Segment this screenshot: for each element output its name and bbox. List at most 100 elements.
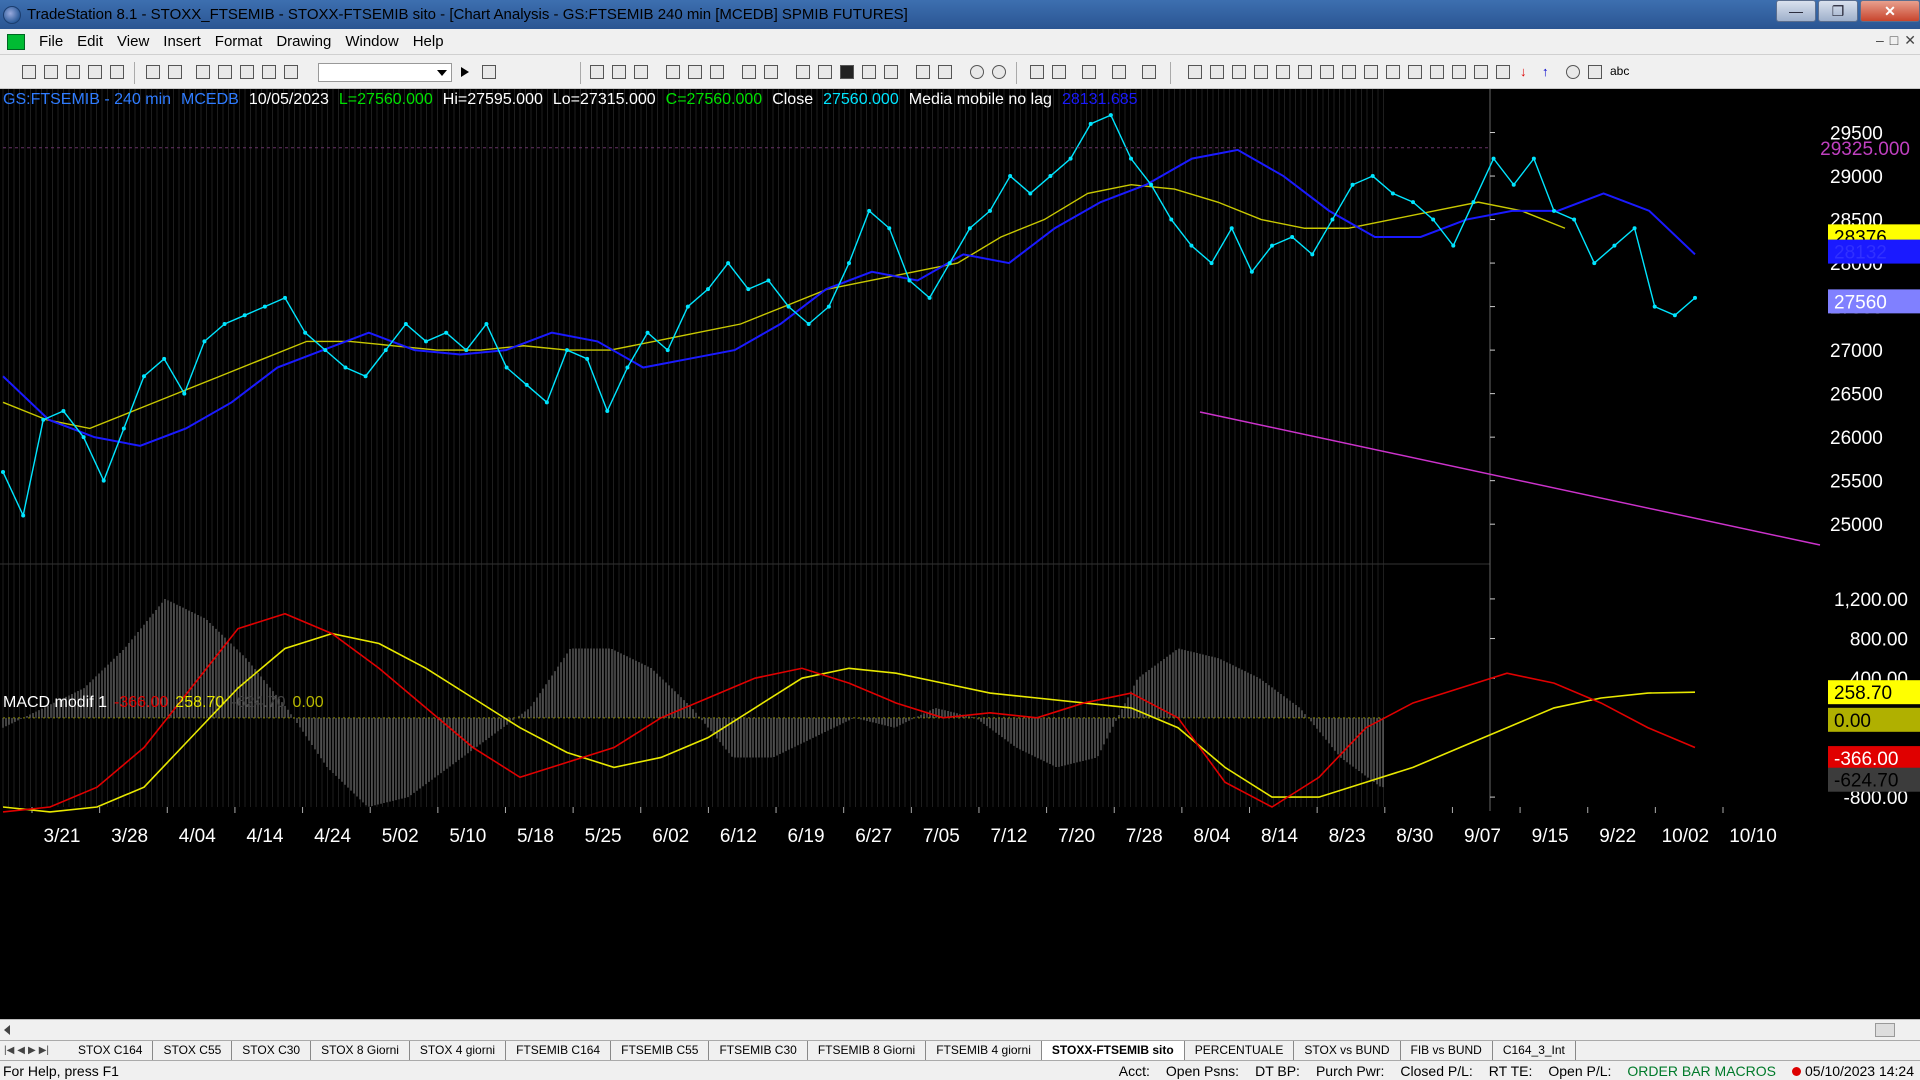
expand-bars-icon[interactable] [916, 65, 930, 79]
chart-format-icon[interactable] [688, 65, 702, 79]
tab-stox-vs-bund[interactable]: STOX vs BUND [1294, 1041, 1401, 1060]
scroll-left-icon[interactable] [4, 1025, 10, 1035]
bar-type-icon[interactable] [884, 65, 898, 79]
price-point [403, 322, 408, 326]
mdi-minimize-button[interactable]: – [1876, 32, 1884, 49]
chart-style-icon[interactable] [666, 65, 680, 79]
tab-last-icon[interactable]: ▶| [39, 1045, 49, 1056]
fibonacci-icon[interactable] [1254, 65, 1268, 79]
pencil-icon[interactable] [1474, 65, 1488, 79]
symbol-combo[interactable] [318, 63, 452, 82]
gann-fan-icon[interactable] [1364, 65, 1378, 79]
tab-first-icon[interactable]: |◀ [4, 1045, 14, 1056]
horizontal-scrollbar[interactable] [0, 1019, 1920, 1040]
open-workspace-icon[interactable] [66, 65, 80, 79]
curve-icon[interactable] [1496, 65, 1510, 79]
hammer-icon[interactable] [1082, 65, 1096, 79]
tab-stox-8-giorni[interactable]: STOX 8 Giorni [311, 1041, 410, 1060]
mdi-close-button[interactable]: ✕ [1904, 32, 1916, 49]
save-icon[interactable] [146, 65, 160, 79]
play-arrow-icon[interactable] [458, 65, 472, 79]
table-icon[interactable] [634, 65, 648, 79]
window-link-icon[interactable] [218, 65, 232, 79]
menu-drawing[interactable]: Drawing [270, 33, 339, 50]
cycle-lines-icon[interactable] [1342, 65, 1356, 79]
zoom-chart-icon[interactable] [482, 65, 496, 79]
window-icon[interactable] [196, 65, 210, 79]
color-palette-icon[interactable] [284, 65, 298, 79]
tab-stox-c55[interactable]: STOX C55 [153, 1041, 233, 1060]
pointer-icon[interactable] [1030, 65, 1044, 79]
horizontal-lines-icon[interactable] [1232, 65, 1246, 79]
minimize-button[interactable]: — [1776, 0, 1816, 22]
menu-help[interactable]: Help [407, 33, 452, 50]
print-icon[interactable] [168, 65, 182, 79]
lock-icon[interactable] [240, 65, 254, 79]
indicator-icon[interactable] [818, 65, 832, 79]
candle-icon[interactable] [862, 65, 876, 79]
chart-analysis-window[interactable]: 2500025500260002650027000275002800028500… [0, 89, 1920, 1019]
zoom-in-icon[interactable] [970, 65, 984, 79]
menu-view[interactable]: View [111, 33, 157, 50]
grid-icon[interactable] [612, 65, 626, 79]
order-bar-macros[interactable]: ORDER BAR MACROS [1627, 1063, 1776, 1079]
scroll-thumb[interactable] [1875, 1023, 1895, 1037]
arc-icon[interactable] [1276, 65, 1290, 79]
zoom-out-icon[interactable] [992, 65, 1006, 79]
tab-percentuale[interactable]: PERCENTUALE [1185, 1041, 1295, 1060]
new-icon[interactable] [22, 65, 36, 79]
trendline-icon[interactable] [1188, 65, 1202, 79]
refresh-icon[interactable] [710, 65, 724, 79]
chart-canvas[interactable]: 2500025500260002650027000275002800028500… [0, 89, 1920, 1019]
vertical-lines-icon[interactable] [1210, 65, 1224, 79]
menu-edit[interactable]: Edit [71, 33, 111, 50]
export-icon[interactable] [1112, 65, 1126, 79]
speed-lines-icon[interactable] [1386, 65, 1400, 79]
channel-icon[interactable] [1320, 65, 1334, 79]
open-icon[interactable] [44, 65, 58, 79]
menu-insert[interactable]: Insert [157, 33, 209, 50]
strategy-icon[interactable] [796, 65, 810, 79]
macd-signal-line [2, 632, 1696, 813]
menu-file[interactable]: File [33, 33, 71, 50]
chart-document-icon[interactable] [7, 33, 25, 50]
tab-ftsemib-4-giorni[interactable]: FTSEMIB 4 giorni [926, 1041, 1042, 1060]
regression-icon[interactable] [1408, 65, 1422, 79]
new-workspace-icon[interactable] [88, 65, 102, 79]
tab-ftsemib-c55[interactable]: FTSEMIB C55 [611, 1041, 710, 1060]
maximize-button[interactable]: ❐ [1818, 0, 1858, 22]
close-button[interactable]: ✕ [1860, 0, 1920, 22]
chevron-down-icon[interactable] [437, 70, 447, 76]
format-analysis-icon[interactable] [764, 65, 778, 79]
folder-icon[interactable] [110, 65, 124, 79]
extension-icon[interactable] [1430, 65, 1444, 79]
chart-bar-icon[interactable] [840, 65, 854, 79]
tab-stox-c164[interactable]: STOX C164 [68, 1041, 154, 1060]
menu-format[interactable]: Format [209, 33, 271, 50]
compress-bars-icon[interactable] [938, 65, 952, 79]
insert-analysis-icon[interactable] [742, 65, 756, 79]
circle-icon[interactable] [1566, 65, 1580, 79]
text-tool-icon[interactable]: abc [1610, 64, 1629, 78]
fan-icon[interactable] [1298, 65, 1312, 79]
arrow-down-icon[interactable]: ↓ [1520, 65, 1534, 79]
tab-stox-4-giorni[interactable]: STOX 4 giorni [410, 1041, 507, 1060]
tools-icon[interactable] [262, 65, 276, 79]
cursor-data-icon[interactable] [1052, 65, 1066, 79]
tab-ftsemib-8-giorni[interactable]: FTSEMIB 8 Giorni [808, 1041, 927, 1060]
tab-c164-3-int[interactable]: C164_3_Int [1493, 1041, 1576, 1060]
tab-stox-c30[interactable]: STOX C30 [232, 1041, 312, 1060]
clipboard-icon[interactable] [1142, 65, 1156, 79]
data-window-icon[interactable] [590, 65, 604, 79]
menu-window[interactable]: Window [339, 33, 406, 50]
tab-fib-vs-bund[interactable]: FIB vs BUND [1401, 1041, 1493, 1060]
mdi-restore-button[interactable]: □ [1890, 32, 1898, 49]
tab-ftsemib-c164[interactable]: FTSEMIB C164 [506, 1041, 612, 1060]
tab-stoxx-ftsemib-sito[interactable]: STOXX-FTSEMIB sito [1041, 1041, 1185, 1060]
arrow-up-icon[interactable]: ↑ [1542, 65, 1556, 79]
tab-next-icon[interactable]: ▶ [28, 1045, 36, 1056]
rectangle-icon[interactable] [1588, 65, 1602, 79]
tab-prev-icon[interactable]: ◀ [17, 1045, 25, 1056]
ellipse-arc-icon[interactable] [1452, 65, 1466, 79]
tab-ftsemib-c30[interactable]: FTSEMIB C30 [709, 1041, 808, 1060]
